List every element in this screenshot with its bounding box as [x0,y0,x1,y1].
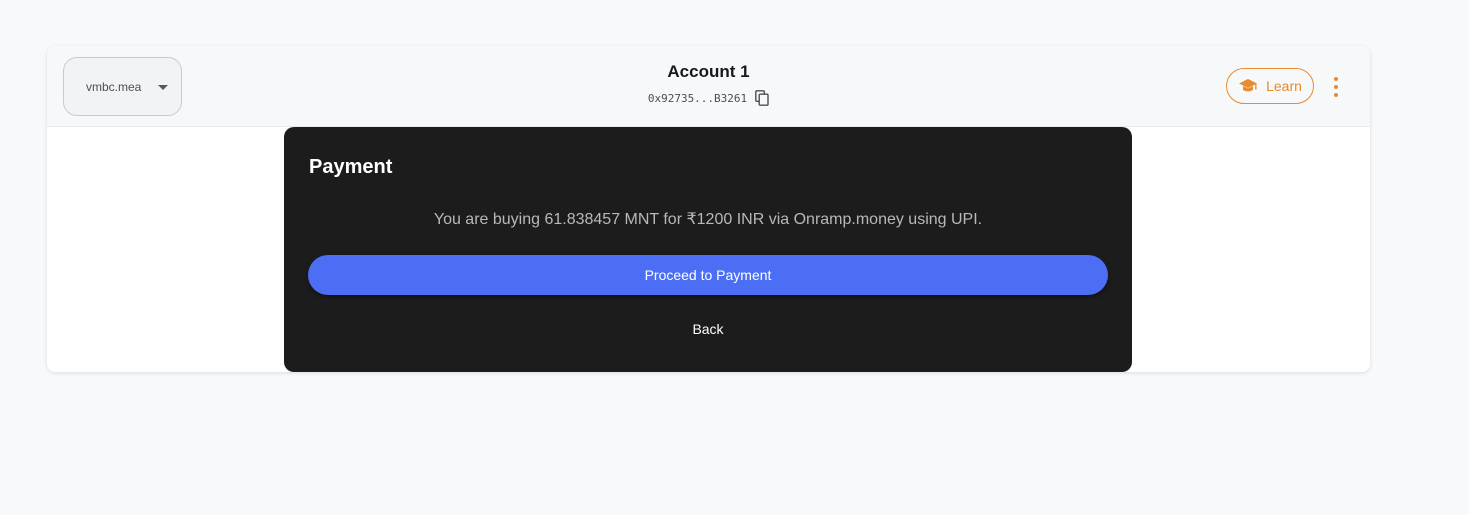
proceed-to-payment-button[interactable]: Proceed to Payment [308,255,1108,295]
learn-button[interactable]: Learn [1226,68,1314,104]
back-button[interactable]: Back [658,315,758,343]
kebab-dot [1334,77,1338,81]
modal-title: Payment [309,156,393,178]
kebab-dot [1334,85,1338,89]
graduation-cap-icon [1238,78,1258,94]
address-row: 0x92735...B3261 [648,90,769,106]
kebab-dot [1334,93,1338,97]
account-header: vmbc.mea Account 1 0x92735...B3261 Learn [47,46,1370,127]
payment-modal: Payment You are buying 61.838457 MNT for… [284,127,1132,372]
copy-icon[interactable] [755,90,769,106]
kebab-menu-icon[interactable] [1328,77,1344,97]
learn-label: Learn [1266,78,1302,94]
account-name: Account 1 [667,62,750,81]
account-info: Account 1 0x92735...B3261 [47,62,1370,107]
payment-summary: You are buying 61.838457 MNT for ₹1200 I… [433,211,983,228]
account-address: 0x92735...B3261 [647,91,748,105]
